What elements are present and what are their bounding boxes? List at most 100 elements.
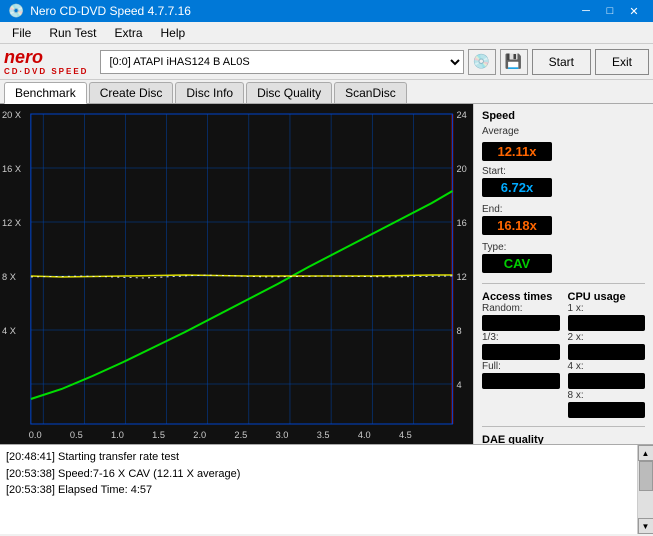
end-value: 16.18x — [482, 216, 552, 235]
scroll-up-button[interactable]: ▲ — [638, 445, 653, 461]
random-label: Random: — [482, 303, 560, 314]
svg-text:1.5: 1.5 — [152, 430, 165, 440]
start-end-row: Start: 6.72x — [482, 166, 645, 198]
random-value-box — [482, 315, 560, 331]
cpu-usage-block: CPU usage 1 x: 2 x: 4 x: 8 x: — [568, 291, 646, 419]
scroll-thumb[interactable] — [639, 461, 653, 491]
window-title: Nero CD-DVD Speed 4.7.7.16 — [30, 4, 191, 18]
type-label: Type: — [482, 242, 552, 253]
svg-text:16: 16 — [457, 218, 467, 228]
access-times-header: Access times — [482, 291, 560, 303]
app-icon: 💿 — [8, 3, 24, 19]
cpu4x-value-box — [568, 373, 646, 389]
svg-text:20: 20 — [457, 164, 467, 174]
svg-text:8 X: 8 X — [2, 272, 16, 282]
svg-text:24: 24 — [457, 110, 467, 120]
cpu2x-label: 2 x: — [568, 332, 646, 343]
log-scrollbar: ▲ ▼ — [637, 445, 653, 534]
svg-text:8: 8 — [457, 326, 462, 336]
dae-quality-header: DAE quality — [482, 434, 645, 444]
svg-text:1.0: 1.0 — [111, 430, 124, 440]
end-col: End: 16.18x — [482, 204, 552, 236]
tab-disc-quality[interactable]: Disc Quality — [246, 82, 332, 103]
divider-1 — [482, 283, 645, 284]
main-content: 20 X 16 X 12 X 8 X 4 X 24 20 16 12 8 4 0… — [0, 104, 653, 444]
drive-select[interactable]: [0:0] ATAPI iHAS124 B AL0S — [100, 50, 463, 74]
chart-area: 20 X 16 X 12 X 8 X 4 X 24 20 16 12 8 4 0… — [0, 104, 473, 444]
logo-subtitle: CD·DVD SPEED — [4, 67, 88, 76]
svg-text:4 X: 4 X — [2, 326, 16, 336]
access-times-block: Access times Random: 1/3: Full: — [482, 291, 560, 419]
disc-icon-button[interactable]: 💿 — [468, 49, 496, 75]
menu-file[interactable]: File — [4, 24, 39, 42]
tab-create-disc[interactable]: Create Disc — [89, 82, 174, 103]
minimize-button[interactable]: ─ — [575, 2, 597, 20]
start-button[interactable]: Start — [532, 49, 591, 75]
svg-text:2.0: 2.0 — [193, 430, 206, 440]
one-third-label: 1/3: — [482, 332, 560, 343]
start-value: 6.72x — [482, 178, 552, 197]
log-line-3: [20:53:38] Elapsed Time: 4:57 — [6, 482, 631, 499]
cpu-usage-header: CPU usage — [568, 291, 646, 303]
cpu8x-value-box — [568, 402, 646, 418]
svg-text:20 X: 20 X — [2, 110, 21, 120]
divider-2 — [482, 426, 645, 427]
access-cpu-section: Access times Random: 1/3: Full: CPU usag… — [482, 291, 645, 419]
right-panel: Speed Average 12.11x Start: 6.72x End: 1… — [473, 104, 653, 444]
svg-text:4: 4 — [457, 380, 462, 390]
end-label: End: — [482, 204, 552, 215]
full-label: Full: — [482, 361, 560, 372]
start-label: Start: — [482, 166, 552, 177]
tabs: Benchmark Create Disc Disc Info Disc Qua… — [0, 80, 653, 104]
svg-text:4.5: 4.5 — [399, 430, 412, 440]
title-bar: 💿 Nero CD-DVD Speed 4.7.7.16 ─ □ ✕ — [0, 0, 653, 22]
menu-extra[interactable]: Extra — [106, 24, 150, 42]
svg-text:0.0: 0.0 — [29, 430, 42, 440]
menu-bar: File Run Test Extra Help — [0, 22, 653, 44]
one-third-value-box — [482, 344, 560, 360]
menu-run-test[interactable]: Run Test — [41, 24, 104, 42]
svg-text:12: 12 — [457, 272, 467, 282]
toolbar: nero CD·DVD SPEED [0:0] ATAPI iHAS124 B … — [0, 44, 653, 80]
maximize-button[interactable]: □ — [599, 2, 621, 20]
menu-help[interactable]: Help — [153, 24, 194, 42]
logo-area: nero CD·DVD SPEED — [4, 48, 88, 76]
close-button[interactable]: ✕ — [623, 2, 645, 20]
cpu2x-value-box — [568, 344, 646, 360]
type-row: Type: CAV — [482, 242, 645, 274]
save-button[interactable]: 💾 — [500, 49, 528, 75]
cpu1x-value-box — [568, 315, 646, 331]
end-row: End: 16.18x — [482, 204, 645, 236]
svg-text:3.5: 3.5 — [317, 430, 330, 440]
logo-nero: nero — [4, 48, 43, 67]
exit-button[interactable]: Exit — [595, 49, 649, 75]
svg-text:12 X: 12 X — [2, 218, 21, 228]
scroll-down-button[interactable]: ▼ — [638, 518, 653, 534]
log-line-1: [20:48:41] Starting transfer rate test — [6, 449, 631, 466]
svg-text:4.0: 4.0 — [358, 430, 371, 440]
log-area: [20:48:41] Starting transfer rate test [… — [0, 444, 653, 534]
title-bar-left: 💿 Nero CD-DVD Speed 4.7.7.16 — [8, 3, 191, 19]
svg-text:16 X: 16 X — [2, 164, 21, 174]
svg-text:0.5: 0.5 — [70, 430, 83, 440]
chart-svg: 20 X 16 X 12 X 8 X 4 X 24 20 16 12 8 4 0… — [0, 104, 473, 444]
average-value: 12.11x — [482, 142, 552, 161]
cpu8x-label: 8 x: — [568, 390, 646, 401]
svg-text:3.0: 3.0 — [276, 430, 289, 440]
speed-section-header: Speed — [482, 110, 645, 122]
cpu4x-label: 4 x: — [568, 361, 646, 372]
tab-disc-info[interactable]: Disc Info — [175, 82, 244, 103]
log-line-2: [20:53:38] Speed:7-16 X CAV (12.11 X ave… — [6, 466, 631, 483]
tab-benchmark[interactable]: Benchmark — [4, 82, 87, 104]
tab-scan-disc[interactable]: ScanDisc — [334, 82, 407, 103]
title-bar-controls: ─ □ ✕ — [575, 2, 645, 20]
type-value: CAV — [482, 254, 552, 273]
start-col: Start: 6.72x — [482, 166, 552, 198]
svg-text:2.5: 2.5 — [234, 430, 247, 440]
cpu1x-label: 1 x: — [568, 303, 646, 314]
type-col: Type: CAV — [482, 242, 552, 274]
average-label: Average — [482, 126, 645, 137]
log-content: [20:48:41] Starting transfer rate test [… — [0, 445, 637, 534]
scroll-track — [638, 461, 653, 518]
full-value-box — [482, 373, 560, 389]
